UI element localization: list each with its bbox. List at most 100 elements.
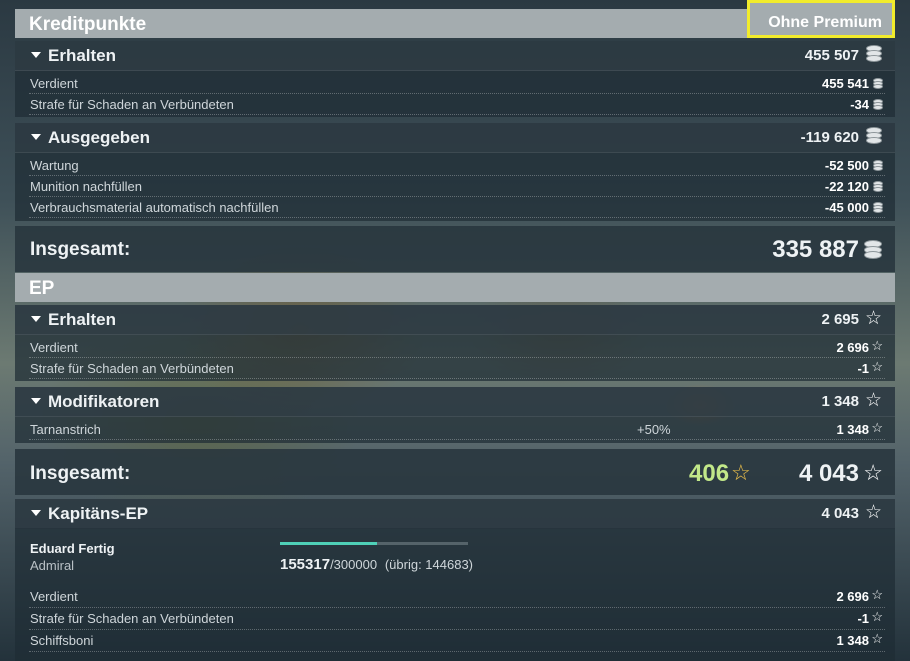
credits-earned-header[interactable]: Erhalten 455 507 — [15, 41, 895, 71]
credits-earned-label: Erhalten — [48, 46, 117, 65]
credit-coin-icon — [873, 202, 883, 213]
captain-xp-current: 155317 — [280, 556, 331, 573]
collapse-triangle-icon[interactable] — [31, 134, 41, 140]
xp-star-icon: ☆ — [871, 587, 883, 602]
row-value: 455 541 — [822, 76, 869, 91]
xp-star-icon: ☆ — [871, 609, 883, 624]
captain-rank: Admiral — [30, 558, 75, 573]
xp-modifiers-value: 1 348 — [821, 393, 859, 410]
row-label: Wartung — [30, 158, 79, 173]
credits-spent-header[interactable]: Ausgegeben -119 620 — [15, 123, 895, 153]
row-label: Schiffsboni — [30, 633, 94, 648]
xp-star-icon: ☆ — [871, 631, 883, 646]
xp-modifiers-label: Modifikatoren — [48, 392, 160, 411]
credits-title: Kreditpunkte — [29, 14, 147, 35]
row-value: -52 500 — [824, 158, 869, 173]
captain-xp-max: /300000 — [330, 557, 378, 572]
list-item: Munition nachfüllen -22 120 — [29, 176, 885, 197]
free-xp-value: 406 — [689, 460, 730, 487]
xp-star-icon: ☆ — [863, 460, 883, 485]
captain-name: Eduard Fertig — [30, 541, 115, 556]
xp-star-icon: ☆ — [871, 420, 883, 435]
row-value: 1 348 — [836, 422, 869, 437]
list-item: Schiffsboni 1 348 ☆ — [29, 630, 885, 652]
row-value: -45 000 — [824, 200, 869, 215]
collapse-triangle-icon[interactable] — [31, 316, 41, 322]
row-value: -34 — [850, 97, 869, 112]
captain-xp-remaining: (übrig: 144683) — [384, 557, 474, 572]
row-value: 2 696 — [836, 589, 869, 604]
list-item: Wartung -52 500 — [29, 155, 885, 176]
captain-xp-progress-fill — [280, 542, 378, 545]
collapse-triangle-icon[interactable] — [31, 398, 41, 404]
credits-total-value: 335 887 — [772, 236, 859, 263]
row-label: Munition nachfüllen — [30, 179, 143, 194]
xp-star-icon: ☆ — [864, 390, 882, 411]
xp-star-icon: ☆ — [864, 502, 882, 523]
xp-star-icon: ☆ — [871, 338, 883, 353]
captain-xp-label: Kapitäns-EP — [48, 504, 149, 523]
captain-xp-header[interactable]: Kapitäns-EP 4 043 ☆ — [15, 499, 895, 529]
credit-coin-icon — [864, 240, 882, 259]
row-label: Verdient — [30, 589, 78, 604]
row-value: 1 348 — [836, 633, 869, 648]
credits-spent-value: -119 620 — [800, 129, 859, 146]
xp-earned-header[interactable]: Erhalten 2 695 ☆ — [15, 305, 895, 335]
list-item: Verdient 2 696 ☆ — [29, 337, 885, 358]
credit-coin-icon — [866, 45, 882, 62]
credit-coin-icon — [873, 181, 883, 192]
captain-xp-value: 4 043 — [821, 505, 859, 522]
row-label: Tarnanstrich — [30, 422, 101, 437]
row-label: Verdient — [30, 76, 78, 91]
credits-earned-value: 455 507 — [804, 47, 859, 64]
collapse-triangle-icon[interactable] — [31, 52, 41, 58]
list-item: Verdient 455 541 — [29, 73, 885, 94]
row-label: Strafe für Schaden an Verbündeten — [30, 361, 234, 376]
list-item: Verbrauchsmaterial automatisch nachfülle… — [29, 197, 885, 218]
captain-xp-progress-track — [280, 542, 468, 545]
credit-coin-icon — [873, 160, 883, 171]
credit-coin-icon — [873, 78, 883, 89]
row-value: -1 — [857, 361, 869, 376]
xp-total-value: 4 043 — [798, 460, 859, 487]
credit-coin-icon — [866, 127, 882, 144]
row-label: Verdient — [30, 340, 78, 355]
xp-modifiers-rows: Tarnanstrich +50% 1 348 ☆ — [15, 417, 895, 443]
xp-earned-rows: Verdient 2 696 ☆ Strafe für Schaden an V… — [15, 335, 895, 381]
list-item: Strafe für Schaden an Verbündeten -1 ☆ — [29, 358, 885, 379]
xp-star-icon: ☆ — [871, 359, 883, 374]
xp-earned-value: 2 695 — [821, 311, 859, 328]
credits-earned-rows: Verdient 455 541 Strafe für Schaden an V… — [15, 71, 895, 117]
list-item: Tarnanstrich +50% 1 348 ☆ — [29, 419, 885, 440]
credit-coin-icon — [873, 99, 883, 110]
row-value: -1 — [857, 611, 869, 626]
credits-spent-label: Ausgegeben — [48, 128, 151, 147]
xp-total-bar: Insgesamt: 406 ☆ 4 043 ☆ — [15, 449, 895, 495]
row-label: Strafe für Schaden an Verbündeten — [30, 97, 234, 112]
list-item: Strafe für Schaden an Verbündeten -34 — [29, 94, 885, 115]
row-value: -22 120 — [824, 179, 869, 194]
xp-star-icon: ☆ — [864, 308, 882, 329]
premium-toggle-button[interactable]: Ohne Premium — [747, 0, 895, 38]
captain-xp-rows: Verdient 2 696 ☆ Strafe für Schaden an V… — [15, 586, 895, 652]
results-panel: Kreditpunkte Ohne Premium Erhalten 455 5… — [15, 0, 895, 661]
row-value: 2 696 — [836, 340, 869, 355]
premium-toggle-label: Ohne Premium — [768, 14, 882, 31]
list-item: Verdient 2 696 ☆ — [29, 586, 885, 608]
row-label: Strafe für Schaden an Verbündeten — [30, 611, 234, 626]
xp-modifiers-header[interactable]: Modifikatoren 1 348 ☆ — [15, 387, 895, 417]
captain-details: Eduard Fertig Admiral 155317/300000 (übr… — [15, 528, 895, 661]
row-label: Verbrauchsmaterial automatisch nachfülle… — [30, 200, 279, 215]
xp-title: EP — [29, 278, 55, 299]
xp-section-header: EP — [15, 273, 895, 302]
free-xp-star-icon: ☆ — [731, 460, 751, 485]
list-item: Strafe für Schaden an Verbündeten -1 ☆ — [29, 608, 885, 630]
credits-total-label: Insgesamt: — [30, 239, 131, 260]
xp-earned-label: Erhalten — [48, 310, 117, 329]
credits-spent-rows: Wartung -52 500 Munition nachfüllen -22 … — [15, 153, 895, 221]
credits-total-bar: Insgesamt: 335 887 — [15, 226, 895, 272]
collapse-triangle-icon[interactable] — [31, 510, 41, 516]
captain-xp-progress-text: 155317/300000 (übrig: 144683) — [280, 556, 473, 573]
xp-total-label: Insgesamt: — [30, 463, 131, 484]
row-percent: +50% — [637, 422, 671, 437]
